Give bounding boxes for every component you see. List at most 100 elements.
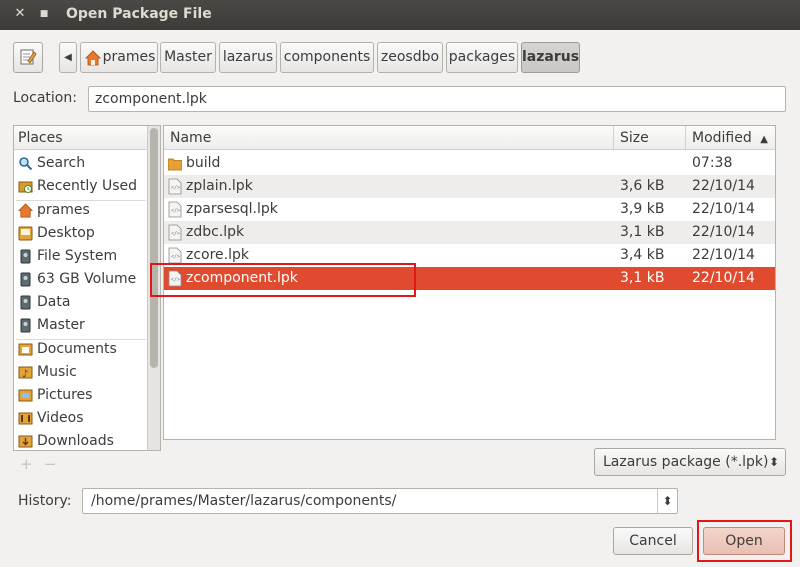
minimize-window-button[interactable]: ■ xyxy=(36,6,52,22)
crumb-lazarus-current[interactable]: lazarus xyxy=(521,42,580,73)
place-label: Data xyxy=(37,294,71,310)
place-prames[interactable]: prames xyxy=(16,199,147,222)
column-header-modified[interactable]: Modified ▲ xyxy=(686,126,775,150)
crumb-zeosdbo[interactable]: zeosdbo xyxy=(377,42,443,73)
file-modified: 22/10/14 xyxy=(692,178,755,194)
file-size: 3,1 kB xyxy=(620,270,665,286)
place-music[interactable]: ♪ Music xyxy=(16,361,147,384)
file-modified: 22/10/14 xyxy=(692,201,755,217)
close-window-button[interactable]: ✕ xyxy=(12,6,28,22)
drive-icon xyxy=(18,249,33,264)
title-bar: ✕ ■ Open Package File xyxy=(0,0,800,30)
window-title: Open Package File xyxy=(66,6,212,22)
file-modified: 22/10/14 xyxy=(692,270,755,286)
path-back-button[interactable]: ◀ xyxy=(59,42,77,73)
crumb-label: prames xyxy=(102,49,156,65)
crumb-packages[interactable]: packages xyxy=(446,42,518,73)
crumb-lazarus[interactable]: lazarus xyxy=(219,42,277,73)
place-label: 63 GB Volume xyxy=(37,271,137,287)
place-63gb-volume[interactable]: 63 GB Volume xyxy=(16,268,147,291)
crumb-prames[interactable]: prames xyxy=(80,42,158,73)
place-search[interactable]: Search xyxy=(16,152,147,175)
sort-ascending-icon: ▲ xyxy=(760,134,768,145)
column-header-size[interactable]: Size xyxy=(614,126,686,150)
file-size: 3,9 kB xyxy=(620,201,665,217)
package-file-icon: </> xyxy=(168,224,182,241)
place-documents[interactable]: Documents xyxy=(16,338,147,361)
column-header-label: Modified xyxy=(692,130,752,146)
filter-value: Lazarus package (*.lpk) xyxy=(603,454,769,470)
location-input[interactable]: zcomponent.lpk xyxy=(88,86,786,112)
place-label: Recently Used xyxy=(37,178,138,194)
place-label: Music xyxy=(37,364,77,380)
file-name: zdbc.lpk xyxy=(186,224,245,240)
places-sidebar: Places Search Recently Used prames Deskt… xyxy=(13,125,161,451)
pictures-icon xyxy=(18,388,33,403)
place-label: File System xyxy=(37,248,118,264)
file-row[interactable]: build 07:38 xyxy=(164,152,775,175)
place-recently-used[interactable]: Recently Used xyxy=(16,175,147,198)
place-master[interactable]: Master xyxy=(16,314,147,337)
file-modified: 07:38 xyxy=(692,155,733,171)
place-label: Master xyxy=(37,317,85,333)
place-downloads[interactable]: Downloads xyxy=(16,430,147,450)
places-header: Places xyxy=(14,126,147,150)
history-value: /home/prames/Master/lazarus/components/ xyxy=(91,493,397,509)
package-file-icon: </> xyxy=(168,247,182,264)
file-size: 3,4 kB xyxy=(620,247,665,263)
column-header-name[interactable]: Name xyxy=(164,126,614,150)
place-label: Search xyxy=(37,155,86,171)
file-name: zparsesql.lpk xyxy=(186,201,278,217)
type-location-button[interactable] xyxy=(13,42,43,73)
place-pictures[interactable]: Pictures xyxy=(16,384,147,407)
home-icon xyxy=(18,203,33,218)
history-combo[interactable]: /home/prames/Master/lazarus/components/ … xyxy=(82,488,678,514)
place-data[interactable]: Data xyxy=(16,291,147,314)
place-label: Desktop xyxy=(37,225,95,241)
place-label: Videos xyxy=(37,410,84,426)
drive-icon xyxy=(18,318,33,333)
file-modified: 22/10/14 xyxy=(692,247,755,263)
documents-icon xyxy=(18,342,33,357)
svg-text:</>: </> xyxy=(171,208,180,214)
place-label: Documents xyxy=(37,341,117,357)
place-label: prames xyxy=(37,202,90,218)
dropdown-arrows-icon[interactable]: ⬍ xyxy=(657,489,677,513)
search-icon xyxy=(18,156,33,171)
drive-icon xyxy=(18,272,33,287)
place-file-system[interactable]: File System xyxy=(16,245,147,268)
place-videos[interactable]: Videos xyxy=(16,407,147,430)
place-label: Downloads xyxy=(37,433,114,449)
file-row[interactable]: </> zparsesql.lpk 3,9 kB 22/10/14 xyxy=(164,198,775,221)
file-size: 3,6 kB xyxy=(620,178,665,194)
add-bookmark-button[interactable]: + xyxy=(20,455,33,473)
svg-text:</>: </> xyxy=(171,185,180,191)
crumb-components[interactable]: components xyxy=(280,42,374,73)
file-size: 3,1 kB xyxy=(620,224,665,240)
dropdown-arrows-icon: ⬍ xyxy=(768,455,779,469)
highlight-annotation xyxy=(150,263,416,297)
pencil-icon xyxy=(20,49,37,65)
downloads-icon xyxy=(18,434,33,449)
history-label: History: xyxy=(18,493,72,509)
file-type-filter[interactable]: Lazarus package (*.lpk) ⬍ xyxy=(594,448,786,476)
crumb-master[interactable]: Master xyxy=(160,42,216,73)
drive-icon xyxy=(18,295,33,310)
location-label: Location: xyxy=(13,90,77,106)
file-modified: 22/10/14 xyxy=(692,224,755,240)
svg-text:</>: </> xyxy=(171,231,180,237)
place-label: Pictures xyxy=(37,387,93,403)
svg-text:</>: </> xyxy=(171,254,180,260)
videos-icon xyxy=(18,411,33,426)
file-row[interactable]: </> zdbc.lpk 3,1 kB 22/10/14 xyxy=(164,221,775,244)
places-scroll-thumb[interactable] xyxy=(150,128,158,368)
folder-icon xyxy=(168,158,182,171)
place-desktop[interactable]: Desktop xyxy=(16,222,147,245)
remove-bookmark-button[interactable]: − xyxy=(44,455,57,473)
file-name: zplain.lpk xyxy=(186,178,253,194)
home-icon xyxy=(85,50,101,66)
highlight-annotation xyxy=(697,520,792,562)
file-row[interactable]: </> zplain.lpk 3,6 kB 22/10/14 xyxy=(164,175,775,198)
svg-text:♪: ♪ xyxy=(22,369,28,380)
cancel-button[interactable]: Cancel xyxy=(613,527,693,555)
